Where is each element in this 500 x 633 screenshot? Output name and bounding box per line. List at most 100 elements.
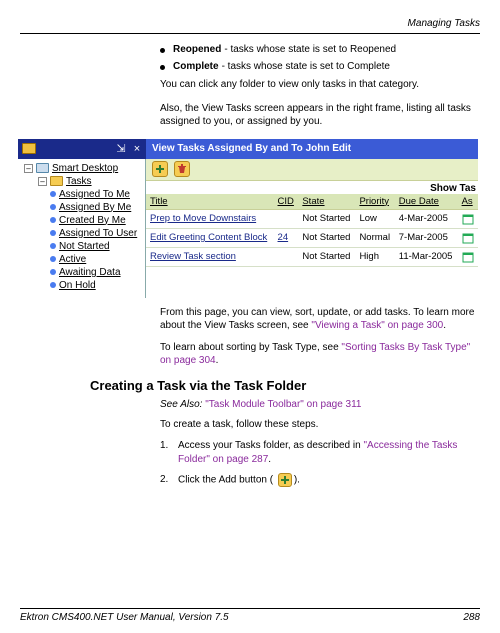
add-button-inline: [278, 473, 292, 487]
header-rule: [20, 33, 480, 34]
table-row[interactable]: Edit Greeting Content Block 24 Not Start…: [146, 228, 478, 247]
tree-tasks-folder[interactable]: – Tasks: [20, 175, 143, 188]
node-icon: [50, 256, 56, 262]
tree-label[interactable]: Tasks: [66, 176, 92, 187]
col-due[interactable]: Due Date: [395, 194, 458, 210]
tasks-table: Title CID State Priority Due Date As Pre…: [146, 194, 478, 267]
cid-link[interactable]: 24: [278, 232, 289, 243]
cell-cid: [274, 247, 299, 266]
cell-priority: Normal: [355, 228, 394, 247]
tree-item[interactable]: Assigned To Me: [20, 188, 143, 201]
step-number: 1.: [160, 439, 172, 467]
calendar-icon[interactable]: [462, 213, 474, 225]
bullet-dot-icon: [160, 65, 165, 70]
bullet-list: Reopened- tasks whose state is set to Re…: [160, 44, 480, 72]
tree-item[interactable]: Assigned By Me: [20, 201, 143, 214]
task-link[interactable]: Review Task section: [150, 251, 236, 262]
node-icon: [50, 230, 56, 236]
collapse-icon[interactable]: –: [38, 177, 47, 186]
task-link[interactable]: Edit Greeting Content Block: [150, 232, 267, 243]
node-icon: [50, 243, 56, 249]
body-paragraph: To learn about sorting by Task Type, see…: [160, 341, 480, 368]
col-state[interactable]: State: [298, 194, 355, 210]
add-icon: [278, 473, 292, 487]
tree-item[interactable]: Created By Me: [20, 214, 143, 227]
calendar-icon[interactable]: [462, 251, 474, 263]
bullet-item: Reopened- tasks whose state is set to Re…: [160, 44, 480, 55]
text: Access your Tasks folder, as described i…: [178, 440, 363, 451]
body-paragraph: To create a task, follow these steps.: [160, 418, 480, 432]
cell-state: Not Started: [298, 209, 355, 228]
show-tasks-label: Show Tas: [146, 181, 478, 194]
cell-priority: High: [355, 247, 394, 266]
view-panel-title: View Tasks Assigned By and To John Edit: [146, 139, 478, 159]
tree-item[interactable]: Assigned To User: [20, 227, 143, 240]
tree-label[interactable]: Assigned To Me: [59, 189, 130, 200]
footer-page-number: 288: [463, 612, 480, 623]
folder-icon: [50, 176, 63, 186]
step-number: 2.: [160, 473, 172, 488]
intro-paragraph: You can click any folder to view only ta…: [160, 78, 480, 92]
tree-label[interactable]: Assigned To User: [59, 228, 137, 239]
bullet-desc: - tasks whose state is set to Reopened: [224, 44, 396, 55]
bullet-term: Complete: [173, 61, 219, 72]
node-icon: [50, 217, 56, 223]
step-item: 1. Access your Tasks folder, as describe…: [160, 439, 480, 467]
cell-priority: Low: [355, 209, 394, 228]
node-icon: [50, 191, 56, 197]
tree-item[interactable]: Awaiting Data: [20, 266, 143, 279]
page-footer: Ektron CMS400.NET User Manual, Version 7…: [20, 608, 480, 623]
cell-cid: [274, 209, 299, 228]
text: .: [268, 454, 271, 465]
text: To learn about sorting by Task Type, see: [160, 342, 341, 353]
tree-label[interactable]: Assigned By Me: [59, 202, 131, 213]
screenshot-region: ⇲ × View Tasks Assigned By and To John E…: [18, 139, 478, 298]
bullet-desc: - tasks whose state is set to Complete: [222, 61, 390, 72]
close-icon[interactable]: ×: [130, 142, 144, 156]
see-also: See Also: "Task Module Toolbar" on page …: [160, 399, 480, 410]
step-item: 2. Click the Add button ( ).: [160, 473, 480, 488]
body-paragraph: From this page, you can view, sort, upda…: [160, 306, 480, 333]
text: .: [443, 320, 446, 331]
tree-label[interactable]: Smart Desktop: [52, 163, 118, 174]
table-row[interactable]: Prep to Move Downstairs Not Started Low …: [146, 209, 478, 228]
tree-label[interactable]: On Hold: [59, 280, 96, 291]
tree-root[interactable]: – Smart Desktop: [20, 162, 143, 175]
text: ).: [294, 475, 300, 486]
footer-left: Ektron CMS400.NET User Manual, Version 7…: [20, 612, 229, 623]
tree-panel-header: ⇲ ×: [18, 139, 146, 159]
tree-label[interactable]: Created By Me: [59, 215, 126, 226]
pin-icon[interactable]: ⇲: [114, 142, 128, 156]
collapse-icon[interactable]: –: [24, 164, 33, 173]
intro-paragraph: Also, the View Tasks screen appears in t…: [160, 102, 480, 129]
tree-item[interactable]: On Hold: [20, 279, 143, 292]
col-title[interactable]: Title: [146, 194, 274, 210]
tree-label[interactable]: Awaiting Data: [59, 267, 121, 278]
folder-icon: [22, 142, 36, 156]
tree-label[interactable]: Not Started: [59, 241, 110, 252]
tree-item[interactable]: Not Started: [20, 240, 143, 253]
text: Click the Add button (: [178, 475, 276, 486]
col-cid[interactable]: CID: [274, 194, 299, 210]
cell-state: Not Started: [298, 247, 355, 266]
cell-state: Not Started: [298, 228, 355, 247]
calendar-icon[interactable]: [462, 232, 474, 244]
cell-due: 4-Mar-2005: [395, 209, 458, 228]
task-link[interactable]: Prep to Move Downstairs: [150, 213, 256, 224]
table-row[interactable]: Review Task section Not Started High 11-…: [146, 247, 478, 266]
tree-item[interactable]: Active: [20, 253, 143, 266]
bullet-item: Complete- tasks whose state is set to Co…: [160, 61, 480, 72]
desktop-icon: [36, 163, 49, 173]
steps-list: 1. Access your Tasks folder, as describe…: [160, 439, 480, 488]
folder-tree: – Smart Desktop – Tasks Assigned To Me A…: [18, 159, 146, 298]
col-as[interactable]: As: [458, 194, 478, 210]
trash-icon: [177, 164, 187, 174]
delete-task-button[interactable]: [174, 161, 190, 177]
tree-label[interactable]: Active: [59, 254, 86, 265]
add-task-button[interactable]: [152, 161, 168, 177]
col-priority[interactable]: Priority: [355, 194, 394, 210]
xref-link[interactable]: "Task Module Toolbar" on page 311: [205, 399, 361, 410]
section-heading: Creating a Task via the Task Folder: [90, 378, 480, 393]
node-icon: [50, 204, 56, 210]
xref-link[interactable]: "Viewing a Task" on page 300: [311, 320, 443, 331]
